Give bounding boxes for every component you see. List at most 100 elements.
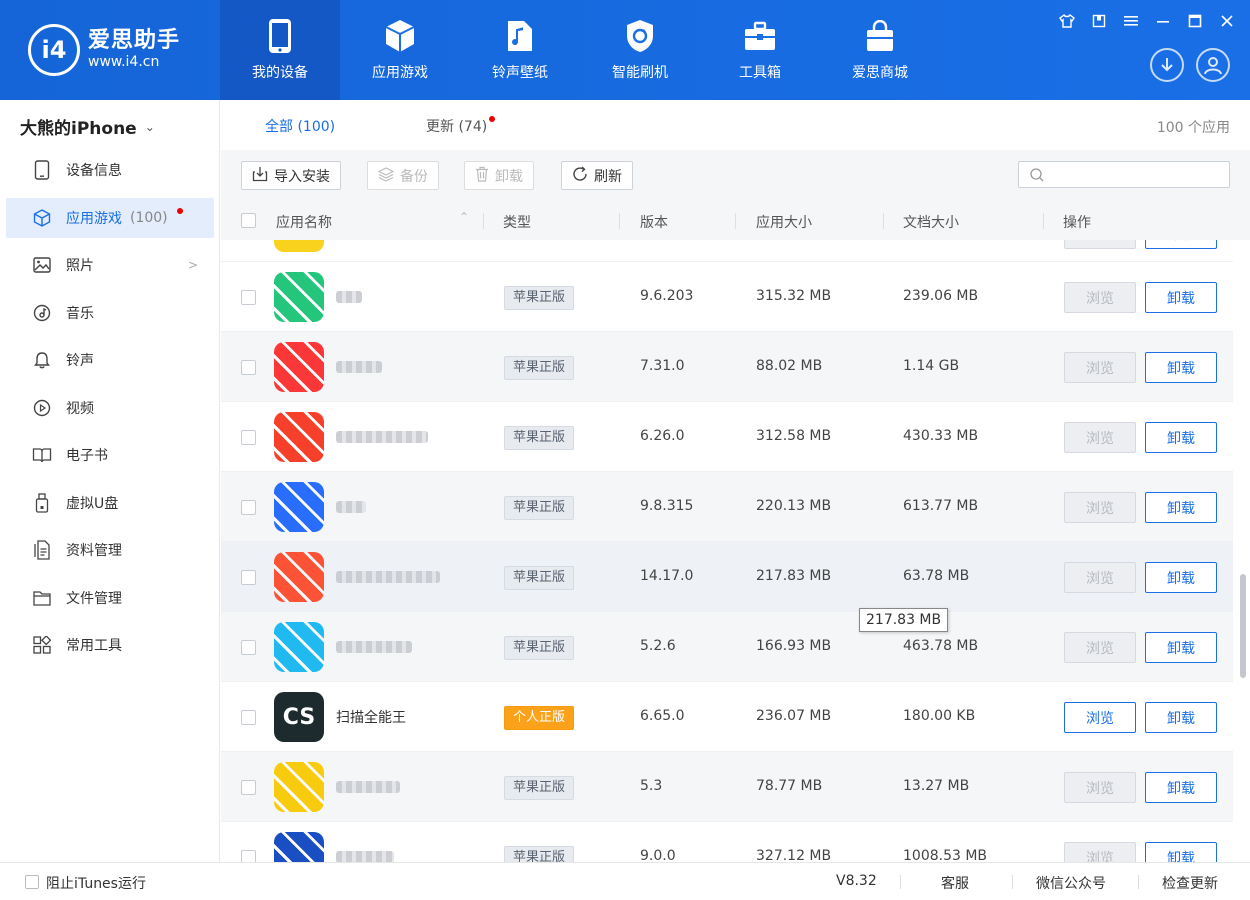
row-checkbox[interactable] [241,710,256,725]
sidebar-item-device-info[interactable]: 设备信息 [6,150,214,190]
uninstall-app-button[interactable]: 卸载 [1145,422,1217,453]
nav-label: 应用游戏 [372,65,428,81]
uninstall-button[interactable]: 卸载 [464,161,534,190]
nav-store[interactable]: 爱思商城 [820,0,940,100]
customer-service-link[interactable]: 客服 [941,873,969,893]
table-row: 苹果正版 9.8.315 220.13 MB 613.77 MB 浏览 卸载 [221,472,1233,542]
uninstall-app-button[interactable]: 卸载 [1145,352,1217,383]
sort-up-icon[interactable]: ⌃ [459,210,469,224]
uninstall-app-button[interactable]: 卸载 [1145,282,1217,313]
block-itunes-checkbox[interactable] [25,875,39,889]
row-checkbox[interactable] [241,780,256,795]
row-checkbox[interactable] [241,850,256,862]
version-cell: 9.6.203 [640,288,694,304]
uninstall-app-button[interactable]: 卸载 [1145,772,1217,803]
header-app-name[interactable]: 应用名称 [276,212,332,232]
logo-url: www.i4.cn [88,54,160,71]
app-list: 苹果正版 浏览 卸载 苹果正版 9.6.203 315.32 MB 239.06 MB… [221,240,1250,862]
minimize-icon[interactable] [1154,12,1172,30]
row-checkbox[interactable] [241,500,256,515]
sidebar-item-file-management[interactable]: 文件管理 [6,578,214,618]
sidebar-item-ringtones[interactable]: 铃声 [6,340,214,380]
version-cell: 14.17.0 [640,568,694,584]
tab-all[interactable]: 全部 (100) [265,116,336,152]
row-checkbox[interactable] [241,570,256,585]
browse-button[interactable]: 浏览 [1064,282,1136,313]
doc-size-cell: 463.78 MB [903,638,979,654]
browse-button[interactable]: 浏览 [1064,492,1136,523]
notification-dot [489,116,496,122]
uninstall-app-button[interactable]: 卸载 [1145,842,1217,862]
nav-toolbox[interactable]: 工具箱 [700,0,820,100]
search-input[interactable] [1018,161,1230,188]
browse-button[interactable]: 浏览 [1064,352,1136,383]
backup-button[interactable]: 备份 [367,161,439,190]
nav-my-device[interactable]: 我的设备 [220,0,340,100]
sidebar-item-apps[interactable]: 应用游戏 (100) [6,197,214,238]
doc-size-cell: 430.33 MB [903,428,979,444]
sidebar-item-photos[interactable]: 照片 > [6,245,214,285]
block-itunes-label[interactable]: 阻止iTunes运行 [46,873,146,893]
tab-updates[interactable]: 更新 (74) [426,116,496,136]
wechat-link[interactable]: 微信公众号 [1036,873,1106,893]
version-cell: 6.26.0 [640,428,685,444]
device-selector[interactable]: 大熊的iPhone ⌄ [20,114,155,139]
header-version: 版本 [640,215,668,231]
nav-smart-flash[interactable]: 智能刷机 [580,0,700,100]
row-checkbox[interactable] [241,360,256,375]
refresh-button[interactable]: 刷新 [561,161,633,190]
uninstall-app-button[interactable]: 卸载 [1145,562,1217,593]
app-count: (100) [130,209,168,226]
row-checkbox[interactable] [241,430,256,445]
pin-icon[interactable] [1090,12,1108,30]
sidebar-item-music[interactable]: 音乐 [6,293,214,333]
import-icon [252,166,268,186]
row-checkbox[interactable] [241,290,256,305]
user-icon[interactable] [1196,48,1230,82]
sidebar-item-label: 文件管理 [66,590,122,607]
sidebar-item-common-tools[interactable]: 常用工具 [6,625,214,665]
nav-ringtones-wallpapers[interactable]: 铃声壁纸 [460,0,580,100]
uninstall-app-button[interactable]: 卸载 [1145,702,1217,733]
nav-label: 我的设备 [252,65,308,81]
browse-button[interactable]: 浏览 [1064,422,1136,453]
browse-button[interactable]: 浏览 [1064,562,1136,593]
menu-icon[interactable] [1122,12,1140,30]
import-install-button[interactable]: 导入安装 [241,161,341,190]
browse-button[interactable]: 浏览 [1064,702,1136,733]
uninstall-app-button[interactable]: 卸载 [1145,632,1217,663]
app-icon [274,412,324,462]
type-tag: 苹果正版 [504,566,575,590]
app-name-blurred [336,501,366,513]
sidebar-item-data-management[interactable]: 资料管理 [6,530,214,570]
select-all-checkbox[interactable] [241,213,256,228]
photo-icon [32,255,52,275]
sidebar-item-label: 电子书 [66,448,108,464]
browse-button[interactable]: 浏览 [1064,632,1136,663]
nav-apps-games[interactable]: 应用游戏 [340,0,460,100]
row-checkbox[interactable] [241,640,256,655]
uninstall-app-button[interactable]: 卸载 [1145,492,1217,523]
sidebar-item-video[interactable]: 视频 [6,388,214,428]
scrollbar-thumb[interactable] [1240,574,1246,678]
device-info-icon [32,160,52,180]
close-icon[interactable] [1218,12,1236,30]
sidebar-item-virtual-usb[interactable]: 虚拟U盘 [6,483,214,523]
doc-size-cell: 613.77 MB [903,498,979,514]
app-size-cell: 236.07 MB [756,708,832,724]
app-name: 扫描全能王 [336,710,406,726]
table-row: CS 扫描全能王 个人正版 6.65.0 236.07 MB 180.00 KB 浏览 卸载 [221,682,1233,752]
app-name-blurred [336,781,400,793]
app-name-blurred [336,851,394,862]
download-icon[interactable] [1150,48,1184,82]
browse-button[interactable]: 浏览 [1064,842,1136,862]
uninstall-app-button[interactable]: 卸载 [1145,240,1217,249]
skin-icon[interactable] [1058,12,1076,30]
type-tag: 苹果正版 [504,286,575,310]
check-update-link[interactable]: 检查更新 [1162,873,1218,893]
browse-button[interactable]: 浏览 [1064,240,1136,249]
table-row: 苹果正版 6.26.0 312.58 MB 430.33 MB 浏览 卸载 [221,402,1233,472]
maximize-icon[interactable] [1186,12,1204,30]
sidebar-item-ebooks[interactable]: 电子书 [6,435,214,475]
browse-button[interactable]: 浏览 [1064,772,1136,803]
